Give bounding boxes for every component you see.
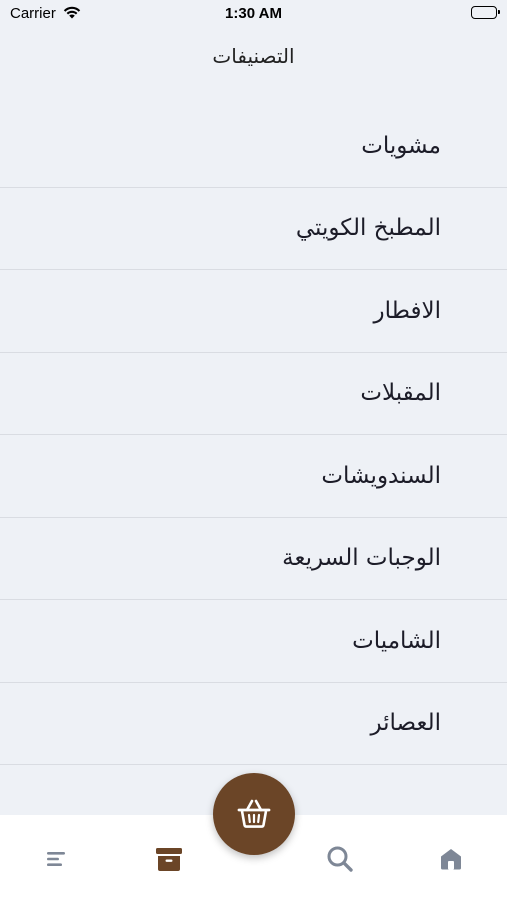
tab-search[interactable] [320, 843, 360, 875]
category-item[interactable]: المقبلات [0, 353, 507, 435]
tab-orders[interactable] [149, 843, 189, 875]
tab-menu[interactable] [37, 843, 77, 875]
status-bar: Carrier 1:30 AM [0, 0, 507, 28]
category-item[interactable]: الافطار [0, 270, 507, 353]
category-item[interactable]: الوجبات السريعة [0, 518, 507, 600]
category-item[interactable]: المطبخ الكويتي [0, 188, 507, 270]
battery-icon [471, 6, 500, 19]
cart-button[interactable] [213, 773, 295, 855]
category-item[interactable]: العصائر [0, 683, 507, 765]
category-item[interactable]: السندويشات [0, 435, 507, 518]
home-icon [441, 849, 461, 870]
menu-icon [47, 852, 65, 866]
tab-home[interactable] [431, 843, 471, 875]
category-list: مشويات المطبخ الكويتي الافطار المقبلات ا… [0, 105, 507, 848]
category-item[interactable]: الشاميات [0, 600, 507, 683]
page-title: التصنيفات [212, 44, 295, 68]
orders-box-icon [156, 848, 182, 871]
basket-icon [237, 799, 271, 828]
category-item[interactable]: مشويات [0, 105, 507, 188]
status-time: 1:30 AM [225, 5, 282, 22]
search-icon [327, 846, 353, 872]
